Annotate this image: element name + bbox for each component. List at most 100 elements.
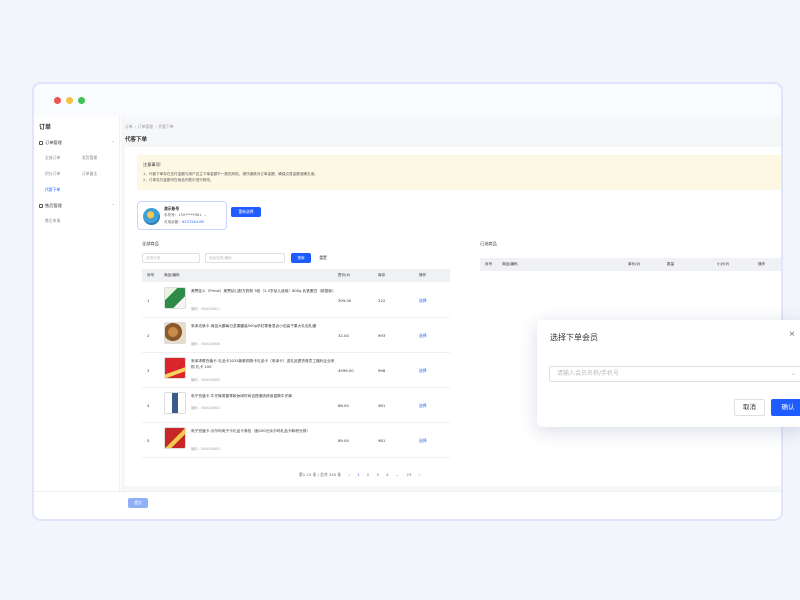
column-header: 操作 [758,262,766,266]
select-product-link[interactable]: 选择 [419,333,427,339]
page-button[interactable]: 23 [407,472,412,477]
dialog-title: 选择下单会员 [550,333,598,342]
product-thumbnail [164,287,186,309]
member-phone: 手机号：150****9981 ⌄ [164,213,207,218]
column-header: 数量 [667,262,675,266]
category-placeholder: 选择分类 [146,256,161,260]
product-name: 美赞臣人（Prinst）美赞幼儿配方奶粉 3段（1-3岁幼儿适用）800g 乳铁… [191,289,336,293]
confirm-button[interactable]: 确认 [771,399,800,416]
product-price: 309.00 [338,298,352,303]
breadcrumb-item[interactable]: 订单 [125,124,133,129]
select-product-link[interactable]: 选择 [419,368,427,374]
sidebar-title: 订单 [39,124,52,131]
submit-button[interactable]: 提交 [128,498,148,508]
pagination: 第1-15 条 / 总共 345 条 ‹ 1 2 3 4 ... 23 › [299,472,426,478]
balance-value: ¥237243.08 [181,220,204,224]
product-search-input[interactable]: 商品名称/编码 [205,253,285,263]
member-search-placeholder: 请输入会员名称/手机号 [557,370,620,377]
pagination-summary: 第1-15 条 / 总共 345 条 [299,472,342,477]
product-thumbnail [164,392,186,414]
row-index: 2 [147,333,150,338]
product-price: 32.00 [338,333,349,338]
select-product-link[interactable]: 选择 [419,298,427,304]
page-ellipsis[interactable]: ... [396,472,400,477]
all-products-panel: 全部商品 选择分类 ⌄ 商品名称/编码 搜索 重置 序号 商品/编码 售价(¥) … [137,238,472,486]
table-row: 4 电子充值卡-牛仔裤男春季款休闲时尚百搭潮流修身直筒牛仔裤 编码：SN0000… [142,388,450,423]
chevron-up-icon: ⌃ [111,203,115,208]
column-header: 小计(¥) [717,262,730,266]
breadcrumb: 订单 / 订单管理 / 代客下单 [125,124,174,129]
phone-label: 手机号： [164,213,179,217]
sidebar: 订单 订单管理 ⌃ 全部订单 发货管理 积分订单 订单备注... 代客下单 售后… [34,117,120,491]
next-page-button[interactable]: › [419,472,421,477]
chevron-down-icon: ⌄ [790,370,796,377]
chevron-down-icon[interactable]: ⌄ [204,213,207,217]
product-thumbnail [164,427,186,449]
prev-page-button[interactable]: ‹ [348,472,350,477]
column-header: 序号 [485,262,493,266]
product-thumbnail [164,322,186,344]
product-code: 编码：SN0000606 [191,342,221,346]
category-select[interactable]: 选择分类 ⌄ [142,253,200,263]
product-stock: 998 [378,368,386,373]
column-header: 单价(¥) [628,262,641,266]
select-product-link[interactable]: 选择 [419,438,427,444]
product-thumbnail [164,357,186,379]
phone-value: 150****9981 [178,213,202,217]
product-stock: 222 [378,298,386,303]
member-card[interactable]: 演示账号 手机号：150****9981 ⌄ 可用余额：¥237243.08 [137,201,227,230]
sidebar-group-label: 售后管理 [45,203,62,208]
minimize-window-button[interactable] [66,97,73,104]
sidebar-item-order-notes[interactable]: 订单备注... [82,171,101,177]
select-product-link[interactable]: 选择 [419,403,427,409]
product-name: 采泽求联充值卡-礼品卡2025新款购物卡礼品卡（采泽卡）送礼品提货券员工福利企业… [191,359,335,369]
product-name: 电子充值卡-沃尔玛电子卡礼品卡券包（面100元沃尔玛礼品卡和积分券） [191,429,310,433]
row-index: 4 [147,403,150,408]
sidebar-group-orders[interactable]: 订单管理 ⌃ [39,140,115,146]
cancel-button[interactable]: 取消 [734,399,765,416]
column-header: 序号 [147,273,155,277]
orders-icon [39,140,43,145]
page-button[interactable]: 2 [367,472,369,477]
avatar [143,208,160,225]
sidebar-item-proxy-order[interactable]: 代客下单 [45,187,60,193]
search-button[interactable]: 搜索 [291,253,311,263]
row-index: 3 [147,368,150,373]
product-stock: 981 [378,438,386,443]
close-window-button[interactable] [54,97,61,104]
page-button[interactable]: 3 [376,472,378,477]
reselect-member-button[interactable]: 重新选择 [231,207,261,217]
select-member-dialog: 选择下单会员 × 请输入会员名称/手机号 ⌄ 取消 确认 [537,320,800,427]
sidebar-item-points-orders[interactable]: 积分订单 [45,171,60,177]
breadcrumb-item: 代客下单 [158,124,174,129]
reset-button[interactable]: 重置 [315,253,331,263]
app-window: 订单 订单管理 ⌃ 全部订单 发货管理 积分订单 订单备注... 代客下单 售后… [32,82,783,521]
page-button[interactable]: 1 [357,472,359,477]
close-icon[interactable]: × [789,329,795,340]
column-header: 商品/编码 [164,273,180,277]
content-panel: 注意事项: 1、代客下单存在支付金额与用户店主下单金额不一致的风险，请仔细核对订… [125,147,781,486]
product-price: 68.00 [338,403,349,408]
page-button[interactable]: 4 [386,472,388,477]
table-row: 1 美赞臣人（Prinst）美赞幼儿配方奶粉 3段（1-3岁幼儿适用）800g … [142,283,450,318]
sidebar-item-aftersale-apply[interactable]: 售后申请 [45,218,60,224]
aftersale-icon [39,203,43,208]
member-name: 演示账号 [164,206,180,211]
footer-bar: 提交 [34,491,781,519]
maximize-window-button[interactable] [78,97,85,104]
notice-box: 注意事项: 1、代客下单存在支付金额与用户店主下单金额不一致的风险，请仔细核对订… [137,155,781,190]
sidebar-item-shipping[interactable]: 发货管理 [82,155,97,161]
breadcrumb-item[interactable]: 订单管理 [138,124,153,129]
product-code: 编码：SN0000603 [191,447,221,451]
product-price: 89.00 [338,438,349,443]
sidebar-item-all-orders[interactable]: 全部订单 [45,155,60,161]
column-header: 操作 [419,273,427,277]
product-code: 编码：SN0000604 [191,406,221,410]
app-content: 订单 订单管理 ⌃ 全部订单 发货管理 积分订单 订单备注... 代客下单 售后… [34,117,781,519]
member-search-select[interactable]: 请输入会员名称/手机号 ⌄ [549,366,800,382]
product-name: 电子充值卡-牛仔裤男春季款休闲时尚百搭潮流修身直筒牛仔裤 [191,394,292,398]
selected-table-header: 序号 商品/编码 单价(¥) 数量 小计(¥) 操作 [480,258,781,271]
product-code: 编码：SN0000611 [191,307,221,311]
sidebar-group-aftersale[interactable]: 售后管理 ⌃ [39,203,115,209]
product-stock: 993 [378,333,386,338]
